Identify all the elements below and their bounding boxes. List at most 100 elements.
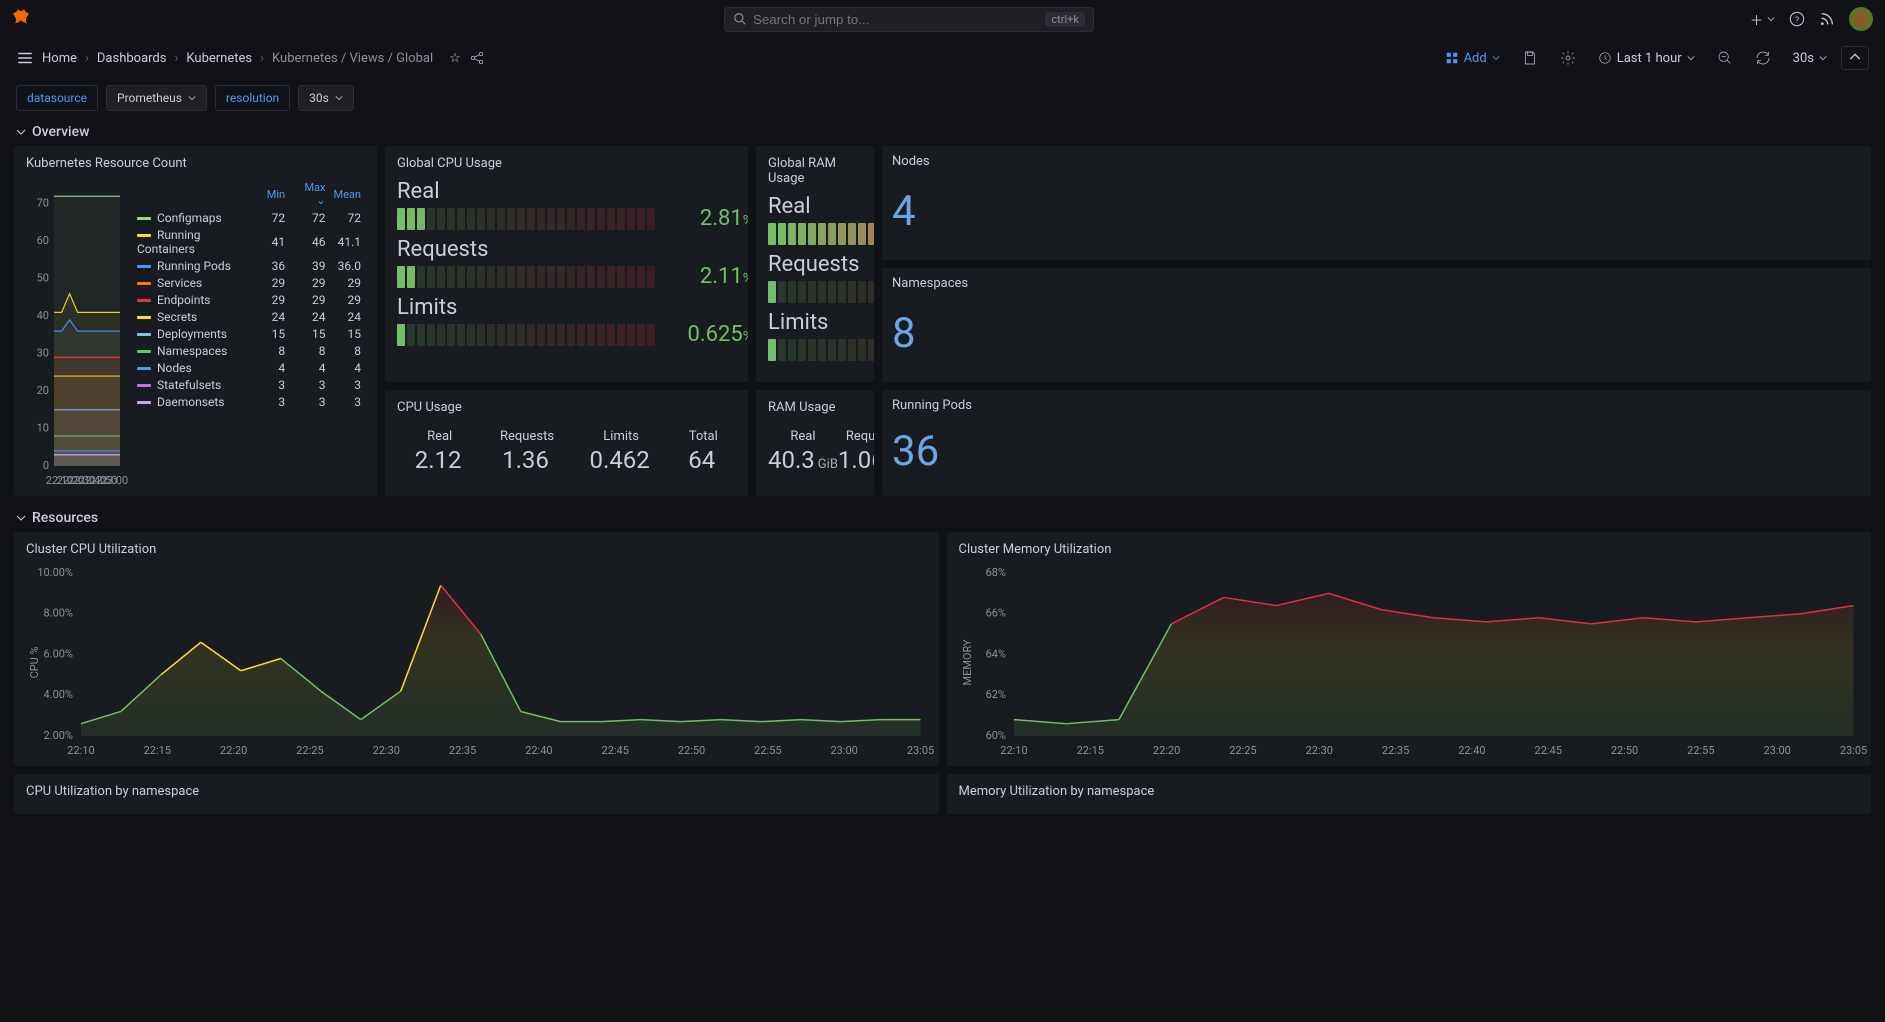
svg-text:23:05: 23:05 [1839, 744, 1866, 757]
legend-row[interactable]: Namespaces 888 [133, 342, 365, 359]
breadcrumb-dashboards[interactable]: Dashboards [97, 51, 167, 66]
svg-text:22:25: 22:25 [1229, 744, 1256, 757]
legend-row[interactable]: Running Pods 363936.0 [133, 257, 365, 274]
chevron-down-icon [188, 94, 196, 102]
add-panel-button[interactable]: Add [1437, 46, 1508, 71]
section-overview[interactable]: Overview [0, 118, 1885, 146]
svg-text:8.00%: 8.00% [44, 607, 73, 620]
chevron-down-icon [16, 513, 26, 523]
time-range-button[interactable]: Last 1 hour [1590, 46, 1703, 71]
search-input[interactable] [753, 12, 1045, 27]
section-resources[interactable]: Resources [0, 504, 1885, 532]
stat-item: Requests 1.36 [500, 429, 554, 474]
chevron-down-icon [1492, 54, 1500, 62]
svg-text:70: 70 [37, 197, 49, 210]
panel-nodes[interactable]: Nodes 4 [882, 146, 1871, 260]
panel-cluster-mem[interactable]: Cluster Memory Utilization 60%62%64%66%6… [947, 532, 1872, 766]
svg-text:20: 20 [37, 384, 49, 397]
global-search[interactable]: ctrl+k [724, 7, 1094, 32]
save-icon[interactable] [1514, 45, 1546, 71]
svg-text:22:15: 22:15 [1076, 744, 1103, 757]
var-resolution-label: resolution [215, 85, 290, 111]
svg-text:22:55: 22:55 [1687, 744, 1714, 757]
svg-text:22:10: 22:10 [67, 744, 94, 757]
chevron-down-icon [1819, 54, 1827, 62]
svg-text:22:20: 22:20 [220, 744, 247, 757]
svg-text:22:35: 22:35 [449, 744, 476, 757]
svg-text:22:35: 22:35 [1381, 744, 1408, 757]
stat-item: Total 64 [688, 429, 718, 474]
svg-text:22:30: 22:30 [373, 744, 400, 757]
star-icon[interactable]: ☆ [449, 51, 461, 66]
svg-text:CPU %: CPU % [28, 646, 41, 678]
legend-row[interactable]: Statefulsets 333 [133, 376, 365, 393]
chevron-down-icon [335, 94, 343, 102]
legend-row[interactable]: Daemonsets 333 [133, 393, 365, 410]
svg-text:66%: 66% [985, 607, 1005, 620]
gauge-value: 2.11% [665, 264, 748, 289]
var-datasource-select[interactable]: Prometheus [106, 85, 207, 111]
panel-namespaces[interactable]: Namespaces 8 [882, 268, 1871, 382]
chevron-down-icon [1687, 54, 1695, 62]
resource-count-legend: MinMax ⌄Mean Configmaps 727272 Running C… [133, 179, 365, 490]
svg-text:22:45: 22:45 [1534, 744, 1561, 757]
panel-cpu-by-namespace[interactable]: CPU Utilization by namespace [14, 774, 939, 814]
add-menu-icon[interactable]: ＋ [1750, 10, 1775, 29]
gauge-value: 2.81% [665, 206, 748, 231]
panel-mem-by-namespace[interactable]: Memory Utilization by namespace [947, 774, 1872, 814]
panel-running-pods[interactable]: Running Pods 36 [882, 390, 1871, 496]
svg-text:2.00%: 2.00% [44, 729, 73, 742]
svg-text:23:00: 23:00 [1763, 744, 1790, 757]
legend-row[interactable]: Nodes 444 [133, 359, 365, 376]
legend-row[interactable]: Endpoints 292929 [133, 291, 365, 308]
breadcrumb: Home › Dashboards › Kubernetes › Kuberne… [42, 51, 433, 66]
zoom-out-icon[interactable] [1709, 45, 1741, 71]
panel-global-ram-usage[interactable]: Global RAM Usage Real 66.17% Requests 1.… [756, 146, 874, 382]
chevron-down-icon [16, 127, 26, 137]
breadcrumb-kubernetes[interactable]: Kubernetes [186, 51, 252, 66]
panel-ram-usage[interactable]: RAM Usage Real 40.3GiB Requests 1.06GiB … [756, 390, 874, 496]
refresh-interval-button[interactable]: 30s [1785, 46, 1835, 71]
stat-nodes: 4 [892, 171, 1861, 252]
legend-row[interactable]: Services 292929 [133, 274, 365, 291]
panel-cpu-usage[interactable]: CPU Usage Real 2.12 Requests 1.36 Limits… [385, 390, 748, 496]
svg-text:22:40: 22:40 [525, 744, 552, 757]
svg-text:64%: 64% [985, 647, 1005, 660]
svg-text:22:15: 22:15 [144, 744, 171, 757]
grafana-logo-icon[interactable] [12, 7, 36, 31]
gauge-bar [768, 339, 874, 361]
breadcrumb-home[interactable]: Home [42, 51, 77, 66]
collapse-icon[interactable] [1841, 46, 1869, 70]
svg-text:60: 60 [37, 234, 49, 247]
legend-row[interactable]: Running Containers 414641.1 [133, 226, 365, 257]
refresh-icon[interactable] [1747, 45, 1779, 71]
legend-row[interactable]: Configmaps 727272 [133, 209, 365, 226]
menu-toggle-icon[interactable] [16, 49, 34, 67]
legend-row[interactable]: Secrets 242424 [133, 308, 365, 325]
user-avatar[interactable] [1849, 7, 1873, 31]
panel-resource-count[interactable]: Kubernetes Resource Count 01020304050607… [14, 146, 377, 496]
legend-row[interactable]: Deployments 151515 [133, 325, 365, 342]
panel-global-cpu-usage[interactable]: Global CPU Usage Real 2.81% Requests 2.1… [385, 146, 748, 382]
stat-item: Real 40.3GiB [768, 429, 838, 474]
help-icon[interactable]: ? [1789, 11, 1805, 27]
panel-cluster-cpu[interactable]: Cluster CPU Utilization 2.00%4.00%6.00%8… [14, 532, 939, 766]
svg-text:50: 50 [37, 272, 49, 285]
rss-icon[interactable] [1819, 11, 1835, 27]
var-datasource-label: datasource [16, 85, 98, 111]
svg-text:22:50: 22:50 [1610, 744, 1637, 757]
gauge-value: 0.625% [665, 322, 748, 347]
var-resolution-select[interactable]: 30s [298, 85, 354, 111]
breadcrumb-current: Kubernetes / Views / Global [272, 51, 433, 66]
svg-text:MEMORY: MEMORY [960, 639, 973, 685]
svg-text:60%: 60% [985, 729, 1005, 742]
svg-text:22:50: 22:50 [678, 744, 705, 757]
gauge-bar [768, 223, 874, 245]
svg-text:22:45: 22:45 [602, 744, 629, 757]
svg-text:22:25: 22:25 [296, 744, 323, 757]
stat-item: Requests 1.06GiB [838, 429, 874, 474]
settings-icon[interactable] [1552, 45, 1584, 71]
stat-running-pods: 36 [892, 415, 1861, 488]
clock-icon [1598, 51, 1612, 65]
share-icon[interactable] [469, 50, 485, 66]
